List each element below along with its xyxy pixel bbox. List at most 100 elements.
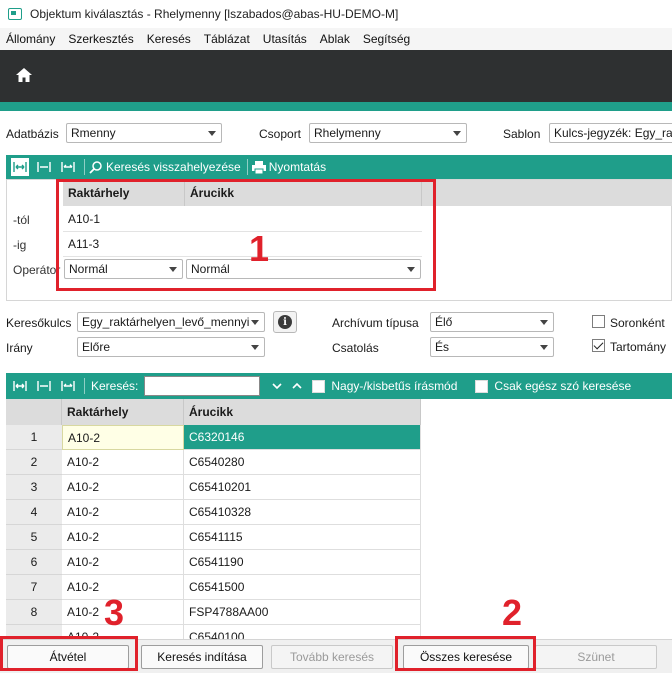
database-value: Rmenny (71, 126, 116, 140)
archive-label: Archívum típusa (332, 316, 419, 330)
table-cell-location[interactable]: A10-2 (62, 450, 184, 475)
range-checkbox[interactable] (592, 339, 605, 352)
row-number[interactable]: 4 (6, 500, 62, 525)
criteria-row-label: Operátor (13, 262, 61, 277)
table-cell-location[interactable]: A10-2 (62, 550, 184, 575)
menu-edit[interactable]: Szerkesztés (68, 32, 133, 46)
table-cell-item[interactable]: C6540100 (184, 625, 421, 639)
column-shrink-icon[interactable] (58, 157, 78, 177)
info-button[interactable]: i (273, 311, 297, 333)
searchkey-value: Egy_raktárhelyen_levő_mennyi (82, 315, 250, 329)
menu-table[interactable]: Táblázat (204, 32, 250, 46)
row-number[interactable]: 2 (6, 450, 62, 475)
table-cell-item[interactable]: C6541500 (184, 575, 421, 600)
window-title: Objektum kiválasztás - Rhelymenny [lszab… (30, 7, 399, 21)
search-icon (89, 161, 102, 174)
range-label: Tartomány (610, 340, 667, 354)
results-column-header[interactable]: Árucikk (184, 399, 421, 425)
info-icon: i (278, 315, 292, 329)
template-select[interactable]: Kulcs-jegyzék: Egy_raktárhelyen_levő_men… (549, 123, 672, 143)
whole-word-label: Csak egész szó keresése (494, 379, 632, 393)
group-select[interactable]: Rhelymenny (309, 123, 467, 143)
column-fit-icon[interactable] (10, 376, 30, 396)
toolbar-separator (84, 378, 85, 394)
archive-select[interactable]: Élő (430, 312, 554, 332)
case-sensitive-checkbox[interactable] (312, 379, 326, 393)
chevron-down-icon (208, 131, 216, 136)
chevron-down-icon (251, 345, 259, 350)
sequential-checkbox[interactable] (592, 315, 605, 328)
annotation-box-1 (56, 179, 436, 291)
start-search-button[interactable]: Keresés indítása (141, 645, 263, 669)
row-number[interactable]: 1 (6, 425, 62, 450)
whole-word-checkbox[interactable] (475, 379, 489, 393)
row-number[interactable]: 8 (6, 600, 62, 625)
chevron-up-icon[interactable] (292, 381, 302, 391)
home-icon[interactable] (16, 68, 32, 82)
link-value: És (435, 340, 450, 354)
row-number[interactable]: 3 (6, 475, 62, 500)
annotation-box-2 (395, 636, 536, 671)
continue-search-button[interactable]: Tovább keresés (271, 645, 393, 669)
table-cell-location[interactable]: A10-2 (62, 475, 184, 500)
search-input[interactable] (144, 376, 261, 396)
reset-search-button[interactable]: Keresés visszahelyezése (89, 160, 241, 174)
table-cell-item[interactable]: C6320146 (184, 425, 421, 450)
table-cell-item[interactable]: C65410201 (184, 475, 421, 500)
results-toolbar: Keresés: Nagy-/kisbetűs írásmód Csak egé… (6, 373, 672, 399)
table-cell-location[interactable]: A10-2 (62, 500, 184, 525)
menu-window[interactable]: Ablak (320, 32, 350, 46)
chevron-down-icon (453, 131, 461, 136)
annotation-number-3: 3 (104, 592, 125, 633)
criteria-header-filler (422, 180, 672, 206)
table-cell-item[interactable]: C65410328 (184, 500, 421, 525)
direction-select[interactable]: Előre (77, 337, 265, 357)
app-header (0, 50, 672, 102)
link-select[interactable]: És (430, 337, 554, 357)
table-cell-item[interactable]: C6541115 (184, 525, 421, 550)
annotation-number-2: 2 (502, 592, 523, 633)
print-button[interactable]: Nyomtatás (251, 160, 327, 174)
archive-value: Élő (435, 315, 453, 329)
case-sensitive-label: Nagy-/kisbetűs írásmód (331, 379, 458, 393)
row-number[interactable]: 7 (6, 575, 62, 600)
group-value: Rhelymenny (314, 126, 381, 140)
app-window-icon (8, 8, 22, 20)
toolbar-separator (84, 159, 85, 175)
chevron-down-icon (540, 320, 548, 325)
table-cell-item[interactable]: FSP4788AA00 (184, 600, 421, 625)
row-number[interactable]: 6 (6, 550, 62, 575)
chevron-down-icon (251, 320, 259, 325)
searchkey-select[interactable]: Egy_raktárhelyen_levő_mennyi (77, 312, 265, 332)
column-shrink-icon[interactable] (58, 376, 78, 396)
database-select[interactable]: Rmenny (66, 123, 222, 143)
direction-label: Irány (6, 341, 33, 355)
column-expand-icon[interactable] (34, 376, 54, 396)
row-number-header (6, 399, 62, 425)
menu-help[interactable]: Segítség (363, 32, 410, 46)
search-label: Keresés: (91, 379, 139, 393)
searchkey-label: Keresőkulcs (6, 316, 72, 330)
criteria-toolbar: Keresés visszahelyezése Nyomtatás (6, 155, 672, 179)
table-cell-item[interactable]: C6541190 (184, 550, 421, 575)
database-label: Adatbázis (6, 127, 59, 141)
table-cell-location[interactable]: A10-2 (62, 425, 184, 450)
table-cell-location[interactable]: A10-2 (62, 525, 184, 550)
menu-file[interactable]: Állomány (6, 32, 55, 46)
menu-bar: Állomány Szerkesztés Keresés Táblázat Ut… (0, 28, 672, 50)
group-label: Csoport (259, 127, 302, 141)
menu-command[interactable]: Utasítás (263, 32, 307, 46)
table-cell-item[interactable]: C6540280 (184, 450, 421, 475)
menu-search[interactable]: Keresés (147, 32, 191, 46)
print-label: Nyomtatás (268, 160, 327, 174)
annotation-number-1: 1 (249, 228, 270, 269)
results-column-header[interactable]: Raktárhely (62, 399, 184, 425)
column-fit-icon[interactable] (10, 157, 30, 177)
template-value: Kulcs-jegyzék: Egy_raktárhelyen_levő_men… (554, 126, 672, 140)
row-number[interactable]: 5 (6, 525, 62, 550)
sequential-label: Soronként (610, 316, 665, 330)
column-expand-icon[interactable] (34, 157, 54, 177)
stop-button[interactable]: Szünet (535, 645, 657, 669)
chevron-down-icon[interactable] (272, 381, 282, 391)
criteria-row-label: -tól (13, 212, 30, 227)
